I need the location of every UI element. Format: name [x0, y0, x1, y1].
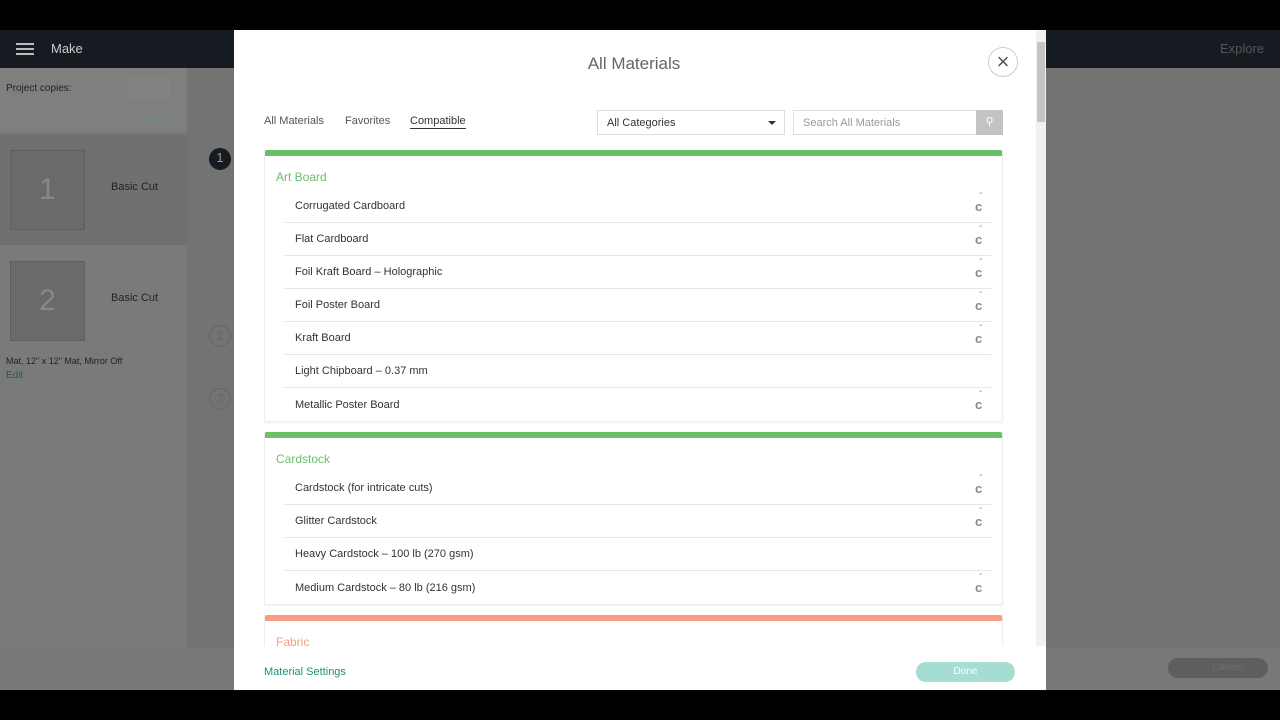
cricut-material-icon: c [975, 192, 991, 214]
apply-button[interactable]: Apply [146, 113, 171, 124]
category-heading: Cardstock [276, 452, 331, 466]
cricut-material-icon: c [975, 324, 991, 346]
hamburger-menu-icon[interactable] [16, 43, 34, 55]
category-select[interactable]: All Categories [597, 110, 785, 135]
cricut-material-icon: c [975, 390, 991, 412]
cricut-material-icon: c [975, 258, 991, 280]
material-label: Medium Cardstock – 80 lb (216 gsm) [295, 581, 476, 594]
scrollbar[interactable] [1036, 30, 1046, 646]
mat-info: Mat, 12" x 12" Mat, Mirror Off [6, 356, 123, 366]
tab-compatible[interactable]: Compatible [410, 115, 466, 129]
cricut-material-icon: c [975, 573, 991, 595]
material-label: Foil Kraft Board – Holographic [295, 266, 443, 278]
material-item[interactable]: Medium Cardstock – 80 lb (216 gsm) c [284, 571, 991, 604]
scrollbar-thumb[interactable] [1037, 42, 1045, 122]
step-2: 2 [209, 325, 231, 347]
edit-link[interactable]: Edit [6, 370, 23, 381]
tab-favorites[interactable]: Favorites [345, 115, 390, 127]
close-icon[interactable]: × [988, 47, 1018, 77]
tab-all-materials[interactable]: All Materials [264, 115, 324, 127]
cancel-button[interactable]: Cancel [1168, 658, 1268, 678]
project-copies-section: Project copies: Apply [0, 68, 187, 134]
category-heading: Art Board [276, 170, 327, 184]
cricut-material-icon: c [975, 225, 991, 247]
dialog-title: All Materials [587, 54, 681, 73]
cricut-material-icon: c [975, 507, 991, 529]
explore-link[interactable]: Explore [1220, 41, 1264, 56]
material-item[interactable]: Kraft Board c [284, 322, 991, 355]
material-settings-link[interactable]: Material Settings [264, 666, 346, 678]
material-label: Corrugated Cardboard [295, 200, 406, 212]
material-item[interactable]: Metallic Poster Board c [284, 388, 991, 421]
material-label: Foil Poster Board [295, 299, 380, 311]
mat-preview-2: 2 [10, 261, 85, 341]
sidebar: Project copies: Apply 1 Basic Cut 2 Basi… [0, 68, 187, 648]
all-materials-dialog: All Materials × All Materials Favorites … [234, 30, 1046, 690]
material-item[interactable]: Glitter Cardstock c [284, 505, 991, 538]
done-button[interactable]: Done [916, 662, 1015, 682]
project-copies-label: Project copies: [6, 83, 72, 94]
material-label: Heavy Cardstock – 100 lb (270 gsm) [295, 548, 474, 560]
category-card: Cardstock Cardstock (for intricate cuts) c… [264, 432, 1003, 605]
material-item[interactable]: Cardstock (for intricate cuts) c [284, 472, 991, 505]
material-item[interactable]: Heavy Cardstock – 100 lb (270 gsm) [284, 538, 991, 571]
mat-row-2[interactable]: 2 Basic Cut [0, 246, 187, 356]
project-copies-stepper[interactable] [128, 76, 170, 98]
material-label: Light Chipboard – 0.37 mm [295, 365, 428, 377]
material-item[interactable]: Flat Cardboard c [284, 223, 991, 256]
chevron-down-icon [768, 121, 776, 129]
mat-label-2: Basic Cut [111, 292, 159, 304]
material-label: Metallic Poster Board [295, 398, 400, 411]
category-card: Art BoardCorrugated CardboardcFlat Cardb… [264, 150, 1003, 422]
material-label: Cardstock (for intricate cuts) [295, 482, 433, 494]
mat-preview-1: 1 [10, 150, 85, 230]
screen-title: Make [51, 41, 83, 56]
material-item[interactable]: Corrugated Cardboard c [284, 190, 991, 223]
category-heading: Fabric [276, 635, 310, 646]
material-item[interactable]: Light Chipboard – 0.37 mm [284, 355, 991, 388]
category-card: Fabric [264, 615, 1003, 646]
cricut-material-icon: c [975, 291, 991, 313]
step-1: 1 [209, 148, 231, 170]
cricut-material-icon: c [975, 474, 991, 496]
material-item[interactable]: Foil Kraft Board – Holographic c [284, 256, 991, 289]
search-icon[interactable]: ⚲ [976, 110, 1003, 135]
material-label: Kraft Board [295, 332, 351, 344]
material-label: Flat Cardboard [295, 233, 369, 245]
materials-list: Art BoardCorrugated CardboardcFlat Cardb… [264, 150, 1004, 646]
material-item[interactable]: Foil Poster Board c [284, 289, 991, 322]
material-label: Glitter Cardstock [295, 515, 377, 527]
search-input[interactable]: Search All Materials [793, 110, 977, 135]
category-select-value: All Categories [607, 117, 676, 129]
step-3: 3 [209, 388, 231, 410]
mat-label-1: Basic Cut [111, 181, 159, 193]
mat-row-1[interactable]: 1 Basic Cut [0, 135, 187, 245]
